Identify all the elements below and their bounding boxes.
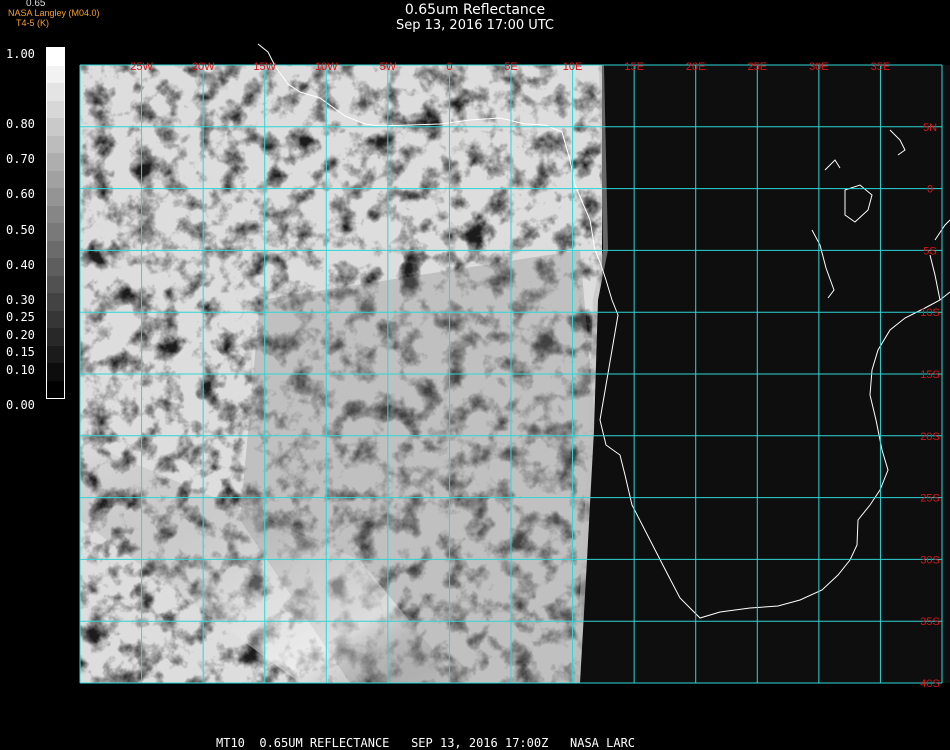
latitude-label: 20S [920,431,940,443]
longitude-label: 15W [253,61,276,73]
scale-step [47,135,64,153]
scale-step [47,83,64,101]
longitude-label: 15E [624,61,644,73]
scale-tick-label: 0.10 [6,362,35,377]
longitude-label: 10W [315,61,338,73]
scale-step [47,65,64,83]
scale-tick-label: 0.40 [6,257,35,272]
latitude-label: 5S [923,245,936,257]
scale-step [47,345,64,363]
scale-step [47,100,64,118]
latitude-label: 5N [923,122,937,134]
scale-step [47,258,64,276]
scale-tick-label: 0.25 [6,310,35,325]
scale-tick-label: 0.20 [6,327,35,342]
scale-step [47,293,64,311]
scale-tick-label: 0.30 [6,292,35,307]
product-info: 0.65 NASA Langley (M04.0) T4-5 (K) [8,0,100,28]
longitude-label: 5E [504,61,517,73]
channel-label: 0.65 [26,0,46,9]
scale-tick-label: 0.70 [6,152,35,167]
scale-step [47,205,64,223]
longitude-label: 0 [446,61,452,73]
latitude-label: 10S [920,307,940,319]
scale-step [47,380,64,398]
scale-step [47,223,64,241]
image-timestamp: Sep 13, 2016 17:00 UTC [395,18,555,33]
latitude-label: 25S [920,493,940,505]
longitude-label: 25W [130,61,153,73]
scale-step [47,275,64,293]
longitude-label: 20E [686,61,706,73]
longitude-label: 30E [809,61,829,73]
scale-step [47,48,64,66]
satellite-map: 25W 20W 15W 10W 5W 0 5E 10E 15E 20E 25E 30E 35E 5N 0 5S… [79,43,950,690]
scale-step [47,170,64,188]
scale-step [47,118,64,136]
scale-step [47,328,64,346]
organization-label: NASA Langley (M04.0) [8,8,100,18]
longitude-label: 25E [747,61,767,73]
scale-step [47,188,64,206]
longitude-label: 10E [563,61,583,73]
color-scale-bar [46,47,65,399]
field-label: T4-5 (K) [16,18,50,28]
scale-step [47,363,64,381]
scale-tick-label: 0.60 [6,187,35,202]
latitude-label: 0 [927,184,933,196]
scale-tick-label: 1.00 [6,47,35,61]
longitude-label: 35E [871,61,891,73]
scale-step [47,240,64,258]
image-title-block: 0.65um Reflectance Sep 13, 2016 17:00 UT… [0,2,950,34]
latitude-label: 35S [920,616,940,628]
scale-tick-label: 0.15 [6,345,35,360]
scale-step [47,153,64,171]
scale-tick-label: 0.80 [6,117,35,132]
latitude-label: 30S [920,554,940,566]
footer-caption: MT10 0.65UM REFLECTANCE SEP 13, 2016 17:… [216,736,636,750]
image-title: 0.65um Reflectance [404,2,546,18]
scale-step [47,310,64,328]
longitude-label: 5W [380,61,397,73]
latitude-label: 15S [920,369,940,381]
scale-tick-label: 0.50 [6,222,35,237]
latitude-label: 40S [920,678,940,690]
scale-tick-label: 0.00 [6,398,35,412]
longitude-label: 20W [192,61,215,73]
